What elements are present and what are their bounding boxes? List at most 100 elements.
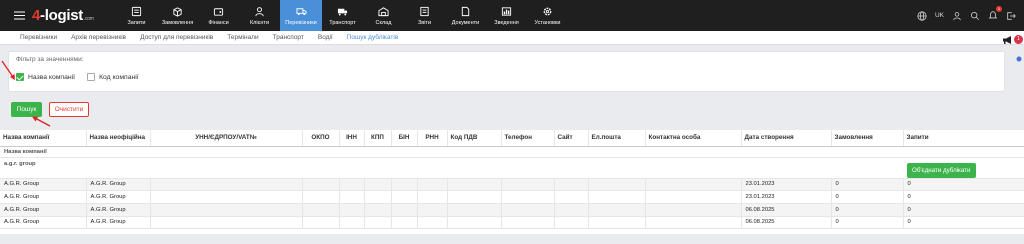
cell <box>339 190 365 204</box>
cell <box>302 190 340 204</box>
globe-icon[interactable] <box>917 10 927 21</box>
col-kpp[interactable]: КПП <box>364 130 392 147</box>
tab-drivers[interactable]: Водії <box>318 34 333 41</box>
cell-unofficial: A.G.R. Group <box>86 216 151 230</box>
notifications[interactable]: 1 <box>988 5 1002 22</box>
cell-created: 23.01.2023 <box>741 190 832 204</box>
col-unofficial-name[interactable]: Назва неофіційна <box>86 130 151 147</box>
announcements-badge[interactable]: 1 <box>1014 35 1023 44</box>
cell <box>339 203 365 217</box>
orders-icon <box>173 6 182 17</box>
nav-transport[interactable]: Транспорт <box>322 0 363 31</box>
cell <box>447 216 502 230</box>
col-rnn[interactable]: РНН <box>417 130 448 147</box>
merge-duplicates-button[interactable]: Об'єднати дублікати <box>907 162 976 177</box>
truck-icon <box>295 7 307 15</box>
cell <box>501 178 555 192</box>
cell-company: A.G.R. Group <box>0 190 87 204</box>
col-requests[interactable]: Запити <box>903 130 1024 147</box>
cell-requests: 0 <box>903 190 1024 204</box>
col-company-name[interactable]: Назва компанії <box>0 130 87 147</box>
table-row[interactable]: A.G.R. Group A.G.R. Group 23.01.2023 0 0 <box>0 190 1024 204</box>
cell <box>645 203 742 217</box>
nav-finance[interactable]: Фінанси <box>198 0 239 31</box>
finance-icon <box>213 7 224 16</box>
megaphone-icon[interactable] <box>1002 35 1014 45</box>
nav-documents[interactable]: Документи <box>445 0 486 31</box>
cell <box>150 203 303 217</box>
user-icon[interactable] <box>952 11 962 21</box>
cell <box>391 216 418 230</box>
top-right-controls: UK 1 <box>917 0 1016 31</box>
nav-requests[interactable]: Запити <box>116 0 157 31</box>
group-by-label: Назва компанії <box>0 146 1024 158</box>
logo[interactable]: 4 -logist .com <box>32 0 116 31</box>
cell <box>588 203 646 217</box>
col-bin[interactable]: БІН <box>391 130 418 147</box>
col-phone[interactable]: Телефон <box>501 130 555 147</box>
cell-company: A.G.R. Group <box>0 203 87 217</box>
cell-unofficial: A.G.R. Group <box>86 203 151 217</box>
nav-orders[interactable]: Замовлення <box>157 0 198 31</box>
clients-icon <box>255 6 264 16</box>
duplicates-table: Назва компанії Назва неофіційна УНН/ЄДРП… <box>0 130 1024 234</box>
search-icon[interactable] <box>970 11 980 21</box>
cell <box>645 216 742 230</box>
col-site[interactable]: Сайт <box>554 130 589 147</box>
cell <box>150 178 303 192</box>
cell <box>417 216 448 230</box>
table-row[interactable]: A.G.R. Group A.G.R. Group 06.08.2025 0 0 <box>0 216 1024 230</box>
table-row[interactable]: A.G.R. Group A.G.R. Group 06.08.2025 0 0 <box>0 203 1024 217</box>
nav-carriers[interactable]: Перевізники <box>280 0 322 31</box>
tab-carrier-access[interactable]: Доступ для перевізників <box>140 34 213 41</box>
table-row[interactable]: A.G.R. Group A.G.R. Group 23.01.2023 0 0 <box>0 178 1024 192</box>
cell <box>364 178 392 192</box>
group-row: a.g.r. group Об'єднати дублікати <box>0 157 1024 179</box>
cell <box>501 203 555 217</box>
nav-warehouse[interactable]: Склад <box>363 0 404 31</box>
nav-reports[interactable]: Звіти <box>404 0 445 31</box>
tab-duplicate-search[interactable]: Пошук дублікатів <box>347 34 399 41</box>
nav-settings[interactable]: Установки <box>527 0 568 31</box>
tab-transport[interactable]: Транспорт <box>273 34 304 41</box>
col-inn[interactable]: ІНН <box>339 130 365 147</box>
cell <box>554 178 589 192</box>
cell <box>302 178 340 192</box>
nav-clients[interactable]: Клієнти <box>239 0 280 31</box>
tab-carriers-archive[interactable]: Архів перевізників <box>71 34 126 41</box>
filter-panel: Фільтр за значеннями: Назва компанії Код… <box>8 51 1005 92</box>
cell <box>417 190 448 204</box>
chat-icon[interactable] <box>1016 56 1022 62</box>
cell-orders: 0 <box>831 190 904 204</box>
tab-carriers[interactable]: Перевізники <box>20 34 57 41</box>
menu-icon[interactable] <box>6 0 32 31</box>
cell <box>447 203 502 217</box>
col-contact[interactable]: Контактна особа <box>645 130 742 147</box>
cell <box>447 190 502 204</box>
col-email[interactable]: Ел.пошта <box>588 130 646 147</box>
company-code-label[interactable]: Код компанії <box>99 74 139 81</box>
clear-button[interactable]: Очистити <box>49 102 89 117</box>
company-name-checkbox[interactable] <box>16 73 24 81</box>
col-orders[interactable]: Замовлення <box>831 130 904 147</box>
nav-summary[interactable]: Зведення <box>486 0 527 31</box>
col-vat-code[interactable]: Код ПДВ <box>447 130 502 147</box>
reports-icon <box>420 6 429 16</box>
cell <box>391 178 418 192</box>
col-okpo[interactable]: ОКПО <box>302 130 340 147</box>
cell-unofficial: A.G.R. Group <box>86 190 151 204</box>
notification-badge: 1 <box>996 5 1002 12</box>
cell <box>417 178 448 192</box>
cell <box>364 190 392 204</box>
cell <box>391 203 418 217</box>
requests-icon <box>131 6 142 16</box>
search-button[interactable]: Пошук <box>11 102 42 117</box>
tab-terminals[interactable]: Термінали <box>227 34 258 41</box>
logout-icon[interactable] <box>1006 11 1016 21</box>
company-code-checkbox[interactable] <box>87 73 96 81</box>
language-selector[interactable]: UK <box>935 12 944 19</box>
col-tax-id[interactable]: УНН/ЄДРПОУ/VAT№ <box>150 130 303 147</box>
cell <box>302 203 340 217</box>
company-name-label[interactable]: Назва компанії <box>28 74 75 81</box>
col-created[interactable]: Дата створення <box>741 130 832 147</box>
